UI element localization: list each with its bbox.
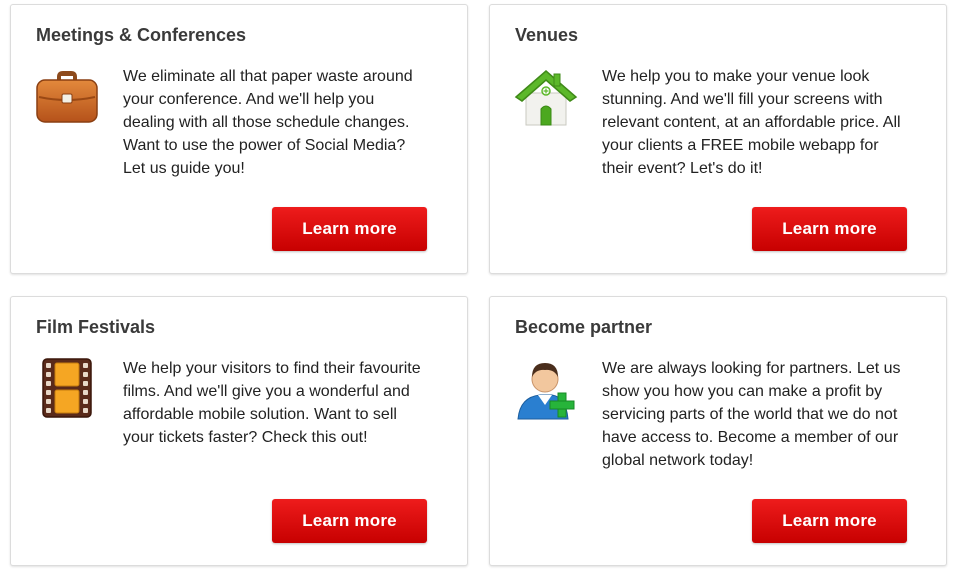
card-description: We help you to make your venue look stun… [602, 68, 901, 177]
card-meetings-conferences: Meetings & Conferences We eliminate all … [10, 4, 468, 274]
learn-more-button[interactable]: Learn more [752, 207, 907, 251]
card-title: Venues [515, 25, 579, 45]
card-description: We eliminate all that paper waste around… [123, 68, 413, 177]
card-description: We help your visitors to find their favo… [123, 360, 421, 446]
card-title: Meetings & Conferences [36, 25, 247, 45]
card-film-festivals: Film Festivals We help your visitors to [10, 296, 468, 566]
learn-more-button[interactable]: Learn more [272, 499, 427, 543]
card-title: Film Festivals [36, 317, 156, 337]
card-venues: Venues We help you to make your venue lo… [489, 4, 947, 274]
card-description: We are always looking for partners. Let … [602, 360, 901, 469]
card-become-partner: Become partner We are always looking for… [489, 296, 947, 566]
learn-more-button[interactable]: Learn more [752, 499, 907, 543]
card-title: Become partner [515, 317, 653, 337]
house-icon [514, 65, 578, 129]
briefcase-icon [35, 65, 99, 129]
film-strip-icon [35, 357, 99, 421]
learn-more-button[interactable]: Learn more [272, 207, 427, 251]
add-user-icon [514, 357, 578, 421]
